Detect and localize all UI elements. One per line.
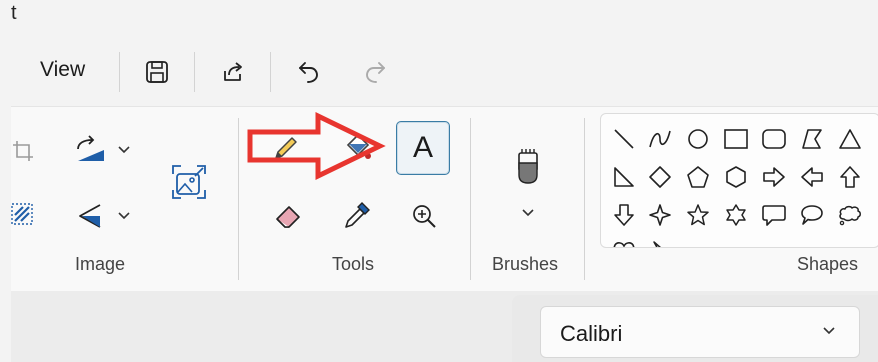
brushes-group-label: Brushes <box>492 254 559 274</box>
fill-button[interactable] <box>340 128 376 164</box>
save-button[interactable] <box>137 54 177 90</box>
color-picker-icon <box>345 202 370 228</box>
oval-callout-icon <box>801 205 823 225</box>
chevron-down-icon <box>118 146 130 154</box>
shape-left-arrow[interactable] <box>797 162 827 192</box>
rounded-rectangle-icon <box>762 129 786 149</box>
divider <box>194 52 195 92</box>
shape-right-triangle[interactable] <box>609 162 639 192</box>
oval-icon <box>688 129 708 149</box>
rotate-button[interactable] <box>70 132 136 168</box>
five-point-star-icon <box>687 204 709 226</box>
eraser-button[interactable] <box>270 198 306 234</box>
right-triangle-icon <box>614 167 634 187</box>
rounded-callout-icon <box>762 205 786 226</box>
lightning-icon <box>653 241 661 247</box>
redo-button[interactable] <box>355 54 395 90</box>
select-button[interactable] <box>10 200 36 228</box>
rectangle-icon <box>724 129 748 149</box>
window-title: t <box>11 2 17 24</box>
divider <box>119 52 120 92</box>
shapes-group-label: Shapes <box>797 254 859 274</box>
shape-rounded-callout[interactable] <box>759 200 789 230</box>
six-point-star-icon <box>726 204 746 226</box>
resize-button[interactable] <box>167 160 211 204</box>
share-icon <box>224 62 242 81</box>
image-group-label: Image <box>75 254 126 274</box>
fill-bucket-icon <box>346 133 371 159</box>
pentagon-icon <box>687 166 709 188</box>
undo-icon <box>299 62 318 83</box>
text-tool-button[interactable]: A <box>396 121 450 175</box>
divider <box>270 52 271 92</box>
shape-diamond[interactable] <box>645 162 675 192</box>
shape-pentagon[interactable] <box>683 162 713 192</box>
curve-icon <box>649 130 671 148</box>
shape-heart[interactable] <box>609 236 639 247</box>
brush-icon <box>518 149 538 184</box>
shape-rectangle[interactable] <box>721 124 751 154</box>
triangle-icon <box>839 129 861 149</box>
shape-hexagon[interactable] <box>721 162 751 192</box>
hexagon-icon <box>726 166 746 188</box>
shape-up-arrow[interactable] <box>835 162 865 192</box>
font-family-select[interactable]: Calibri <box>540 306 860 358</box>
shape-line[interactable] <box>609 124 639 154</box>
rotate-icon <box>77 135 104 161</box>
chevron-down-icon <box>118 212 130 220</box>
tools-group-label: Tools <box>332 254 375 274</box>
flip-button[interactable] <box>70 198 136 234</box>
divider <box>470 118 471 280</box>
shape-cloud-callout[interactable] <box>835 200 865 230</box>
shape-curve[interactable] <box>645 124 675 154</box>
line-icon <box>614 129 634 149</box>
divider <box>238 118 239 280</box>
font-family-value: Calibri <box>560 321 623 346</box>
crop-button[interactable] <box>10 138 36 164</box>
shape-polygon[interactable] <box>797 124 827 154</box>
shape-five-point-star[interactable] <box>683 200 713 230</box>
shape-four-point-star[interactable] <box>645 200 675 230</box>
right-arrow-icon <box>763 167 785 187</box>
share-button[interactable] <box>213 54 253 90</box>
down-arrow-icon <box>614 204 634 226</box>
chevron-down-icon <box>522 209 534 217</box>
crop-icon <box>13 141 33 161</box>
menu-bar: View <box>0 40 878 106</box>
divider <box>584 118 585 280</box>
flip-icon <box>79 204 101 228</box>
shape-oval-callout[interactable] <box>797 200 827 230</box>
select-icon <box>11 203 33 225</box>
shape-right-arrow[interactable] <box>759 162 789 192</box>
diamond-icon <box>649 166 671 188</box>
magnifier-icon <box>413 205 436 228</box>
undo-button[interactable] <box>289 54 329 90</box>
shape-rounded-rectangle[interactable] <box>759 124 789 154</box>
chevron-down-icon <box>823 327 835 335</box>
shape-oval[interactable] <box>683 124 713 154</box>
text-icon: A <box>412 131 433 164</box>
four-point-star-icon <box>649 204 671 226</box>
heart-icon <box>613 242 635 247</box>
magnifier-button[interactable] <box>406 198 442 234</box>
shape-lightning[interactable] <box>645 236 675 247</box>
shapes-gallery[interactable] <box>600 113 878 248</box>
redo-icon <box>366 62 385 83</box>
view-menu[interactable]: View <box>40 58 85 82</box>
resize-icon <box>172 165 206 199</box>
up-arrow-icon <box>840 166 860 188</box>
shape-triangle[interactable] <box>835 124 865 154</box>
brushes-button[interactable] <box>508 140 548 226</box>
color-picker-button[interactable] <box>338 198 374 234</box>
save-icon <box>146 61 168 83</box>
shape-six-point-star[interactable] <box>721 200 751 230</box>
pencil-icon <box>275 137 297 159</box>
left-arrow-icon <box>801 167 823 187</box>
cloud-callout-icon <box>839 205 861 226</box>
polygon-icon <box>802 129 822 149</box>
pencil-button[interactable] <box>268 130 304 166</box>
eraser-icon <box>276 206 300 228</box>
shape-down-arrow[interactable] <box>609 200 639 230</box>
